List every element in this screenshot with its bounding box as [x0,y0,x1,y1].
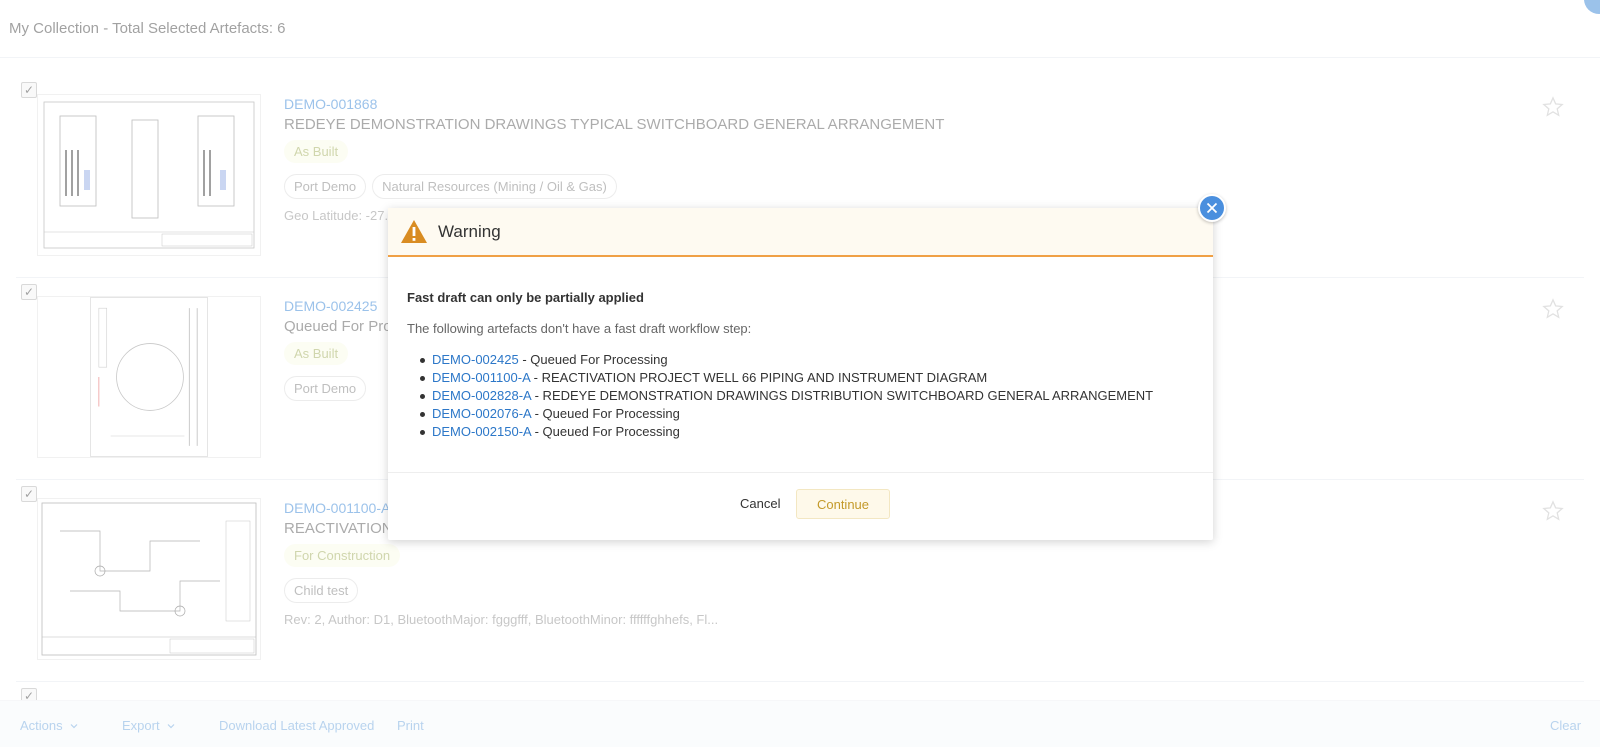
artefact-link[interactable]: DEMO-002828-A [432,388,531,403]
dialog-header: Warning [388,208,1213,257]
dialog-title: Warning [438,222,501,241]
close-icon [1206,202,1218,214]
cancel-button[interactable]: Cancel [730,489,791,519]
warning-dialog: Warning Fast draft can only be partially… [388,208,1213,540]
artefact-name: - Queued For Processing [518,352,668,367]
continue-button[interactable]: Continue [796,489,890,519]
list-item: DEMO-002828-A - REDEYE DEMONSTRATION DRA… [418,387,1153,405]
artefact-name: - Queued For Processing [531,406,680,421]
artefact-link[interactable]: DEMO-002150-A [432,424,531,439]
dialog-heading: Fast draft can only be partially applied [407,290,644,305]
artefact-link[interactable]: DEMO-002076-A [432,406,531,421]
artefact-name: - REACTIVATION PROJECT WELL 66 PIPING AN… [530,370,988,385]
warning-icon [401,220,427,243]
artefact-link[interactable]: DEMO-002425 [432,352,519,367]
close-dialog-button[interactable] [1198,194,1226,222]
dialog-footer: Cancel Continue [388,473,1213,538]
list-item: DEMO-002150-A - Queued For Processing [418,423,1153,441]
artefact-name: - Queued For Processing [531,424,680,439]
dialog-body: Fast draft can only be partially applied… [388,257,1213,473]
dialog-description: The following artefacts don't have a fas… [407,321,752,336]
artefact-name: - REDEYE DEMONSTRATION DRAWINGS DISTRIBU… [531,388,1154,403]
artefact-link[interactable]: DEMO-001100-A [432,370,530,385]
list-item: DEMO-002076-A - Queued For Processing [418,405,1153,423]
list-item: DEMO-002425 - Queued For Processing [418,351,1153,369]
list-item: DEMO-001100-A - REACTIVATION PROJECT WEL… [418,369,1153,387]
artefact-warning-list: DEMO-002425 - Queued For Processing DEMO… [418,351,1153,441]
